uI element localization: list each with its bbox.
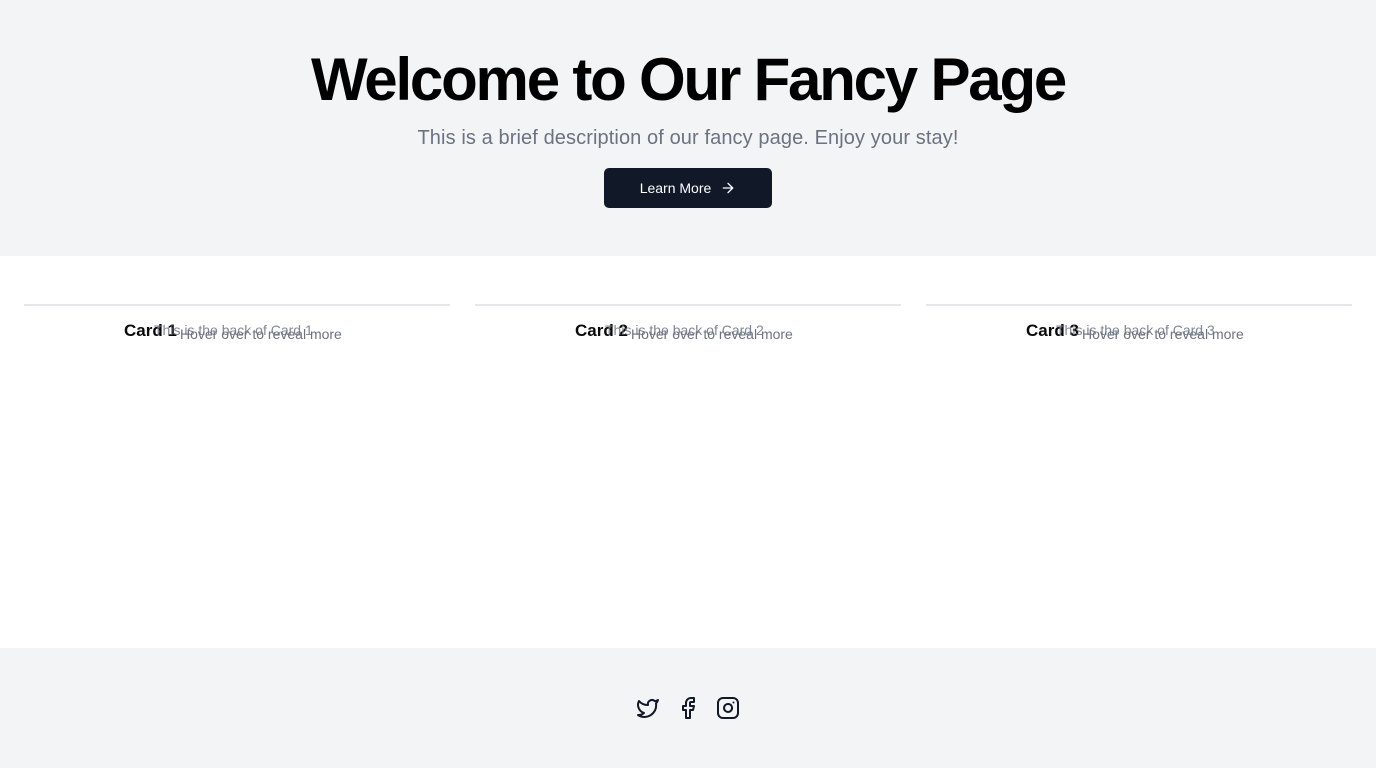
page-title: Welcome to Our Fancy Page (310, 46, 1067, 113)
cards-section: Card 1 This is the back of Card 1 Hover … (0, 256, 1376, 648)
footer (0, 648, 1376, 768)
social-links (636, 696, 740, 720)
twitter-icon[interactable] (636, 696, 660, 720)
learn-more-label: Learn More (639, 180, 712, 196)
hero-section: Welcome to Our Fancy Page This is a brie… (0, 0, 1376, 256)
card-3[interactable]: Card 3 This is the back of Card 3 Hover … (926, 304, 1352, 364)
card-2[interactable]: Card 2 This is the back of Card 2 Hover … (475, 304, 901, 364)
card-hint: Hover over to reveal more (180, 326, 342, 342)
hero-description: This is a brief description of our fancy… (417, 127, 959, 149)
card-hint: Hover over to reveal more (1082, 326, 1244, 342)
card-1[interactable]: Card 1 This is the back of Card 1 Hover … (24, 304, 450, 364)
learn-more-button[interactable]: Learn More (604, 168, 772, 208)
facebook-icon[interactable] (676, 696, 700, 720)
instagram-icon[interactable] (716, 696, 740, 720)
arrow-right-icon (720, 180, 736, 196)
card-hint: Hover over to reveal more (631, 326, 793, 342)
